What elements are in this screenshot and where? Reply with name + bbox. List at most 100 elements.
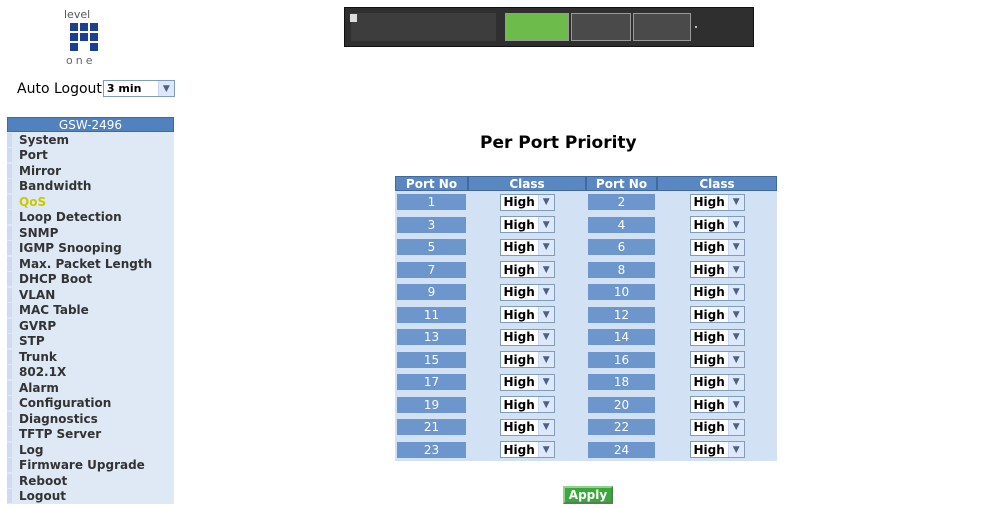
chevron-down-icon: ▼ xyxy=(727,262,744,278)
sidebar-item-label: Configuration xyxy=(19,396,112,411)
sidebar-bullet-icon xyxy=(7,272,12,287)
class-value: High xyxy=(503,307,535,322)
class-select[interactable]: High ▼ xyxy=(689,216,745,234)
sidebar-item-label: DHCP Boot xyxy=(19,272,93,287)
sidebar-bullet-icon xyxy=(7,303,12,318)
sidebar-item-loop-detection[interactable]: Loop Detection xyxy=(7,209,174,225)
sidebar-item-reboot[interactable]: Reboot xyxy=(7,473,174,489)
port-no-cell: 5 xyxy=(395,236,468,259)
apply-button[interactable]: Apply xyxy=(563,486,613,504)
sidebar-item-bandwidth[interactable]: Bandwidth xyxy=(7,178,174,194)
class-cell: High ▼ xyxy=(468,416,586,439)
sidebar-item-802-1x[interactable]: 802.1X xyxy=(7,364,174,380)
class-cell: High ▼ xyxy=(657,304,777,327)
sidebar-item-stp[interactable]: STP xyxy=(7,333,174,349)
sidebar-item-label: MAC Table xyxy=(19,303,89,318)
class-select[interactable]: High ▼ xyxy=(689,261,745,279)
port-no-cell: 10 xyxy=(586,281,657,304)
class-select[interactable]: High ▼ xyxy=(689,328,745,346)
chevron-down-icon: ▼ xyxy=(727,397,744,413)
sidebar-item-diagnostics[interactable]: Diagnostics xyxy=(7,411,174,427)
class-cell: High ▼ xyxy=(468,304,586,327)
auto-logout-select[interactable]: 3 min ▼ xyxy=(102,80,175,97)
sidebar-item-label: VLAN xyxy=(19,287,56,302)
class-select[interactable]: High ▼ xyxy=(499,396,555,414)
sidebar-bullet-icon xyxy=(7,442,12,457)
sidebar-items: System Port Mirror Bandwidth QoS Loop Detecti… xyxy=(7,132,174,504)
class-select[interactable]: High ▼ xyxy=(499,261,555,279)
port-no-cell: 16 xyxy=(586,349,657,372)
sidebar-item-mac-table[interactable]: MAC Table xyxy=(7,302,174,318)
sidebar-item-label: STP xyxy=(19,334,45,349)
class-select[interactable]: High ▼ xyxy=(499,193,555,211)
class-select[interactable]: High ▼ xyxy=(689,373,745,391)
auto-logout-label: Auto Logout xyxy=(17,80,102,97)
port-no-cell: 1 xyxy=(395,191,468,214)
class-select[interactable]: High ▼ xyxy=(689,351,745,369)
chevron-down-icon: ▼ xyxy=(537,194,554,210)
class-select[interactable]: High ▼ xyxy=(499,216,555,234)
class-select[interactable]: High ▼ xyxy=(689,193,745,211)
class-select[interactable]: High ▼ xyxy=(499,351,555,369)
port-no: 13 xyxy=(397,329,466,346)
class-select[interactable]: High ▼ xyxy=(499,418,555,436)
class-select[interactable]: High ▼ xyxy=(499,373,555,391)
sidebar-item-label: Reboot xyxy=(19,473,68,488)
class-cell: High ▼ xyxy=(657,259,777,282)
sidebar-item-mirror[interactable]: Mirror xyxy=(7,163,174,179)
port-no-cell: 24 xyxy=(586,439,657,462)
sidebar-item-gvrp[interactable]: GVRP xyxy=(7,318,174,334)
sidebar-item-logout[interactable]: Logout xyxy=(7,488,174,504)
sidebar-item-label: Port xyxy=(19,148,48,163)
sidebar-item-system[interactable]: System xyxy=(7,132,174,148)
port-no: 1 xyxy=(397,194,466,211)
class-select[interactable]: High ▼ xyxy=(499,441,555,459)
sidebar-item-trunk[interactable]: Trunk xyxy=(7,349,174,365)
class-cell: High ▼ xyxy=(657,236,777,259)
sidebar-item-tftp-server[interactable]: TFTP Server xyxy=(7,426,174,442)
class-value: High xyxy=(693,307,725,322)
chevron-down-icon: ▼ xyxy=(727,217,744,233)
sidebar-item-alarm[interactable]: Alarm xyxy=(7,380,174,396)
port-no: 18 xyxy=(588,374,655,391)
port-no: 8 xyxy=(588,261,655,278)
sidebar-item-firmware-upgrade[interactable]: Firmware Upgrade xyxy=(7,457,174,473)
class-value: High xyxy=(503,375,535,390)
class-select[interactable]: High ▼ xyxy=(689,283,745,301)
sidebar-item-configuration[interactable]: Configuration xyxy=(7,395,174,411)
sidebar-item-snmp[interactable]: SNMP xyxy=(7,225,174,241)
chevron-down-icon: ▼ xyxy=(537,419,554,435)
port-no: 4 xyxy=(588,216,655,233)
table-row: 1 High ▼ 2 High ▼ xyxy=(395,191,777,214)
sidebar-item-label: Max. Packet Length xyxy=(19,256,153,271)
class-select[interactable]: High ▼ xyxy=(689,418,745,436)
sidebar-item-qos[interactable]: QoS xyxy=(7,194,174,210)
sidebar-item-port[interactable]: Port xyxy=(7,147,174,163)
sidebar-item-label: IGMP Snooping xyxy=(19,241,122,256)
sidebar-item-max-packet-length[interactable]: Max. Packet Length xyxy=(7,256,174,272)
class-select[interactable]: High ▼ xyxy=(689,396,745,414)
sidebar-item-vlan[interactable]: VLAN xyxy=(7,287,174,303)
port-no: 16 xyxy=(588,351,655,368)
sidebar-item-label: Loop Detection xyxy=(19,210,122,225)
class-value: High xyxy=(503,420,535,435)
sidebar-item-log[interactable]: Log xyxy=(7,442,174,458)
class-select[interactable]: High ▼ xyxy=(499,328,555,346)
port-no-cell: 14 xyxy=(586,326,657,349)
class-cell: High ▼ xyxy=(468,371,586,394)
class-select[interactable]: High ▼ xyxy=(499,283,555,301)
sidebar-item-dhcp-boot[interactable]: DHCP Boot xyxy=(7,271,174,287)
class-select[interactable]: High ▼ xyxy=(499,238,555,256)
header-port-no-right: Port No xyxy=(586,176,657,191)
class-select[interactable]: High ▼ xyxy=(499,306,555,324)
sidebar-item-igmp-snooping[interactable]: IGMP Snooping xyxy=(7,240,174,256)
port-no-cell: 13 xyxy=(395,326,468,349)
sidebar-bullet-icon xyxy=(7,163,12,178)
class-cell: High ▼ xyxy=(468,259,586,282)
port-no: 2 xyxy=(588,194,655,211)
class-select[interactable]: High ▼ xyxy=(689,306,745,324)
class-cell: High ▼ xyxy=(468,281,586,304)
class-select[interactable]: High ▼ xyxy=(689,441,745,459)
class-select[interactable]: High ▼ xyxy=(689,238,745,256)
chevron-down-icon: ▼ xyxy=(537,442,554,458)
